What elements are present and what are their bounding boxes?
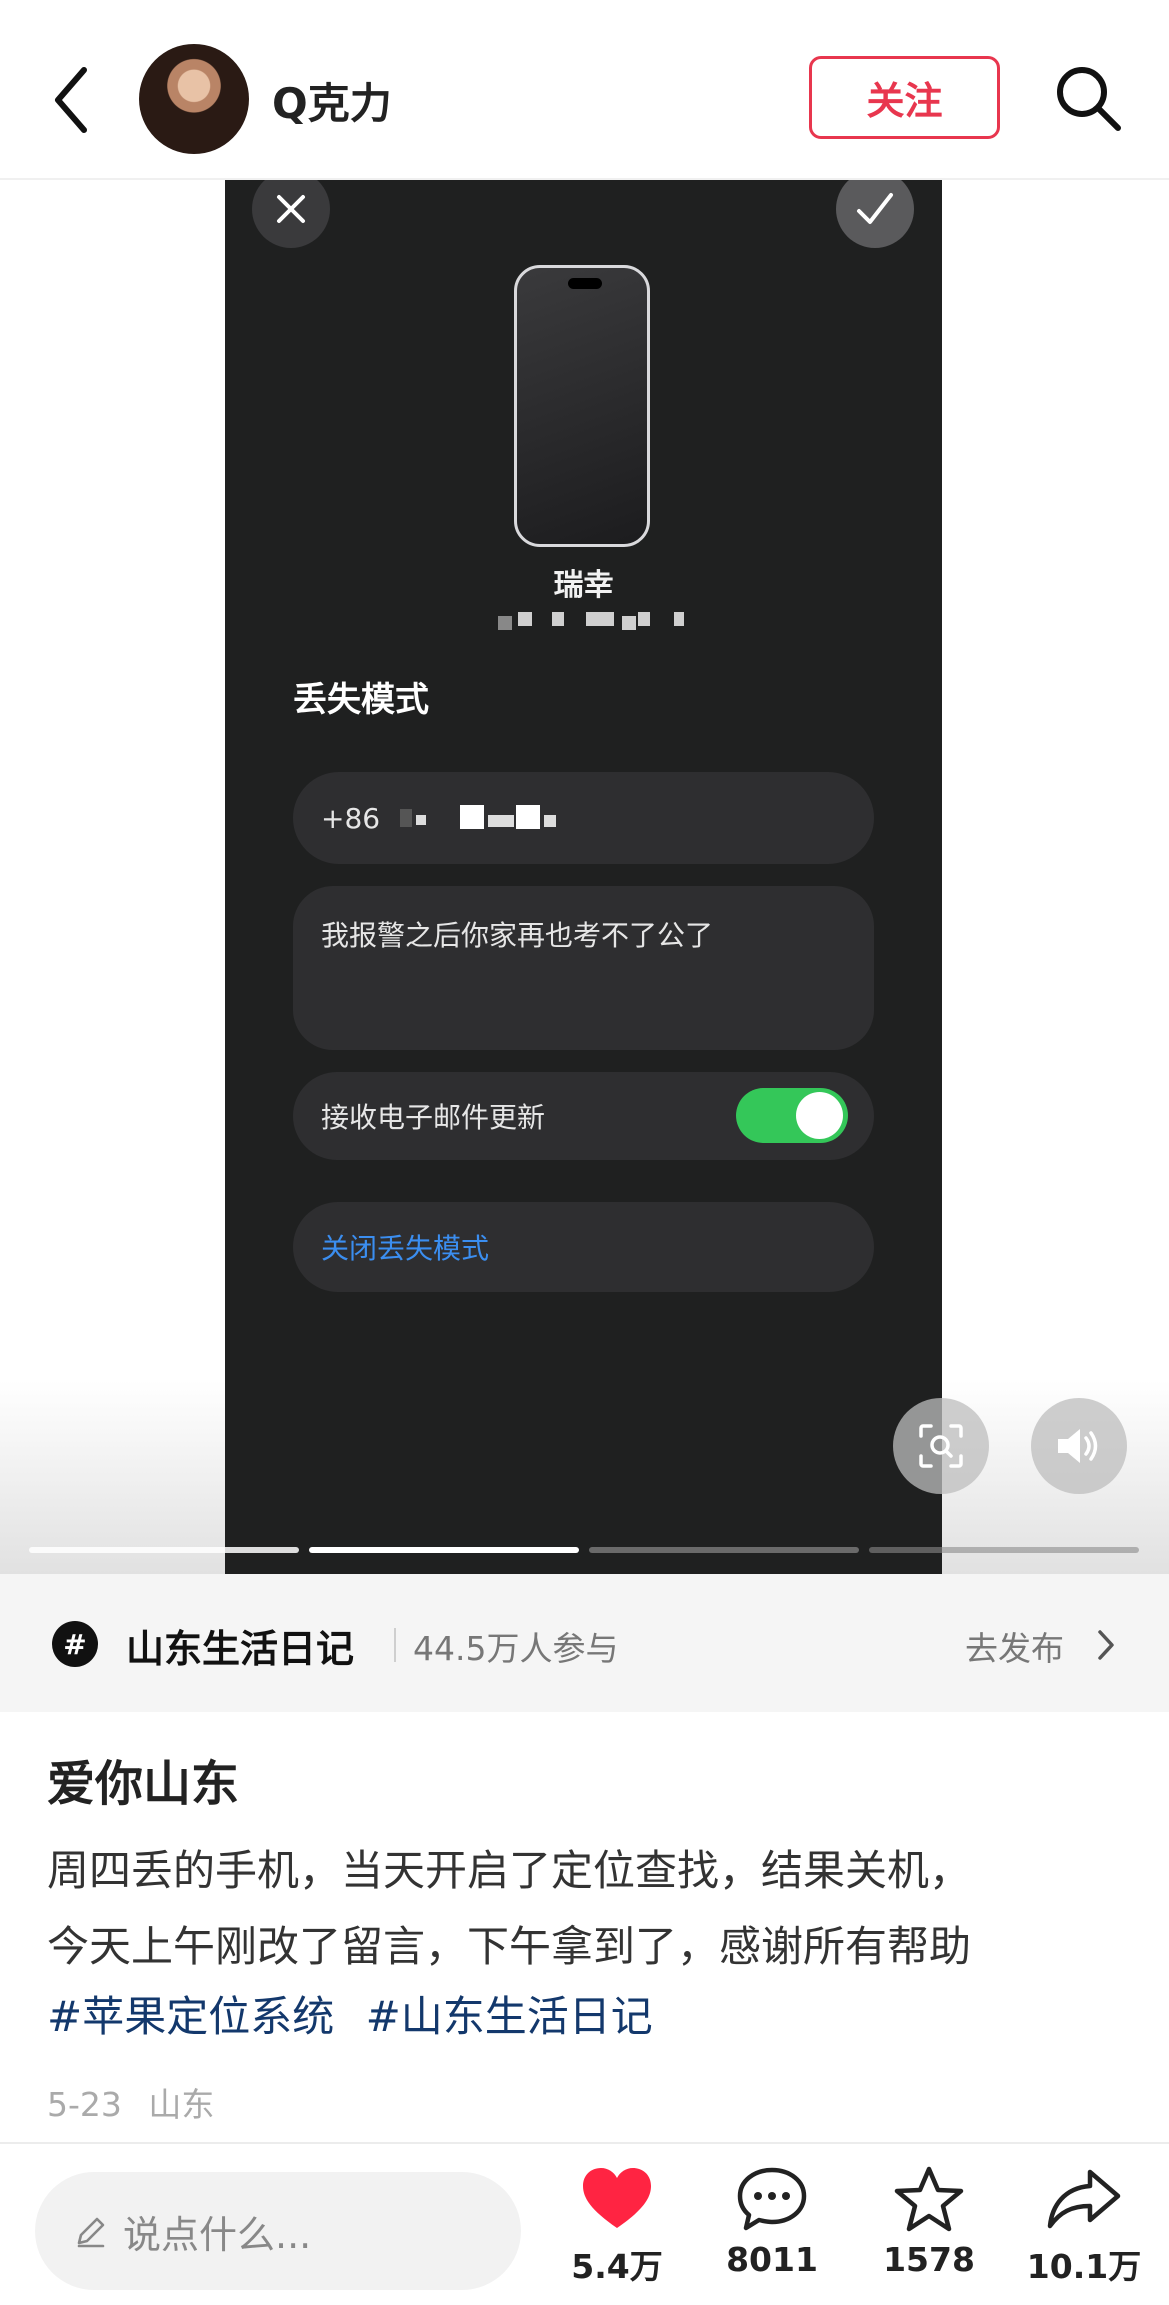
divider: [394, 1628, 396, 1662]
iphone-icon: [514, 265, 650, 547]
favorite-button[interactable]: 1578: [859, 2166, 999, 2279]
like-count: 5.4万: [571, 2247, 663, 2286]
toggle-knob: [796, 1092, 843, 1139]
progress-segment-4: [869, 1547, 1139, 1553]
search-icon: [1057, 67, 1121, 131]
favorite-count: 1578: [883, 2240, 975, 2279]
star-icon: [894, 2166, 964, 2232]
top-nav-bar: Q克力 关注: [0, 0, 1169, 180]
share-button[interactable]: 10.1万: [1014, 2166, 1154, 2288]
email-updates-row: 接收电子邮件更新: [293, 1072, 874, 1160]
phone-number-field: +86: [293, 772, 874, 864]
hashtag-link[interactable]: #山东生活日记: [366, 1992, 653, 2041]
chevron-left-icon: [55, 67, 87, 133]
comment-count: 8011: [726, 2240, 818, 2279]
phone-prefix: +86: [321, 801, 381, 835]
volume-button[interactable]: [1031, 1398, 1127, 1494]
post-title: 爱你山东: [47, 1756, 240, 1812]
topic-name: 山东生活日记: [126, 1627, 355, 1671]
follow-button[interactable]: 关注: [809, 56, 1000, 139]
close-icon: [277, 195, 305, 223]
share-arrow-icon: [1047, 2169, 1121, 2229]
post-tags: #苹果定位系统 #山东生活日记: [47, 1983, 671, 2044]
post-location: 山东: [148, 2085, 215, 2124]
close-button: [252, 180, 330, 248]
email-updates-toggle: [736, 1088, 848, 1143]
lost-message: 我报警之后你家再也考不了公了: [321, 919, 714, 952]
message-field: 我报警之后你家再也考不了公了: [293, 886, 874, 1050]
post-body-line: 今天上午刚改了留言，下午拿到了，感谢所有帮助: [47, 1922, 972, 1971]
comment-input[interactable]: 说点什么...: [35, 2172, 521, 2290]
search-button[interactable]: [1052, 62, 1124, 134]
image-search-button[interactable]: [893, 1398, 989, 1494]
disable-lost-mode-link: 关闭丢失模式: [321, 1232, 490, 1265]
avatar[interactable]: [139, 44, 249, 154]
speaker-icon: [1058, 1429, 1098, 1463]
topic-participants: 44.5万人参与: [413, 1629, 619, 1668]
heart-icon: [583, 2168, 651, 2228]
hashtag-icon: #: [52, 1621, 98, 1667]
comment-bubble-icon: [737, 2167, 807, 2231]
comment-button[interactable]: 8011: [702, 2166, 842, 2279]
lost-mode-title: 丢失模式: [293, 680, 429, 720]
device-name: 瑞幸: [553, 568, 614, 603]
screenshot-image: 瑞幸 丢失模式 +86 我报警之后你家再也考不了公了 接收电子邮件更新 关闭丢失…: [225, 180, 942, 1574]
pixelated-redaction: [400, 805, 600, 831]
disable-lost-mode-row: 关闭丢失模式: [293, 1202, 874, 1292]
checkmark-icon: [857, 193, 893, 224]
pixelated-redaction: [498, 612, 688, 630]
publish-link[interactable]: 去发布: [965, 1622, 1064, 1670]
scan-search-icon: [919, 1424, 963, 1468]
dynamic-island: [568, 278, 602, 289]
chevron-right-icon: [1098, 1630, 1114, 1660]
progress-segment-2: [309, 1547, 579, 1553]
post-body: 周四丢的手机，当天开启了定位查找，结果关机， 今天上午刚改了留言，下午拿到了，感…: [47, 1833, 1137, 1985]
topic-bar[interactable]: # 山东生活日记 44.5万人参与 去发布: [0, 1574, 1169, 1712]
back-button[interactable]: [40, 55, 110, 145]
bottom-action-bar: 说点什么... 5.4万 8011 1578 10.1万: [0, 2142, 1169, 2305]
hashtag-link[interactable]: #苹果定位系统: [47, 1992, 334, 2041]
pencil-icon: [77, 2217, 105, 2248]
comment-placeholder: 说点什么...: [123, 2212, 312, 2257]
progress-segment-1: [29, 1547, 299, 1553]
like-button[interactable]: 5.4万: [547, 2166, 687, 2288]
email-updates-label: 接收电子邮件更新: [321, 1101, 546, 1134]
author-name[interactable]: Q克力: [272, 70, 392, 131]
post-date: 5-23: [47, 2085, 122, 2124]
progress-segment-3: [589, 1547, 859, 1553]
share-count: 10.1万: [1026, 2247, 1142, 2286]
post-meta: 5-23 山东: [47, 2078, 214, 2126]
confirm-button: [836, 180, 914, 248]
post-body-line: 周四丢的手机，当天开启了定位查找，结果关机，: [47, 1846, 972, 1895]
